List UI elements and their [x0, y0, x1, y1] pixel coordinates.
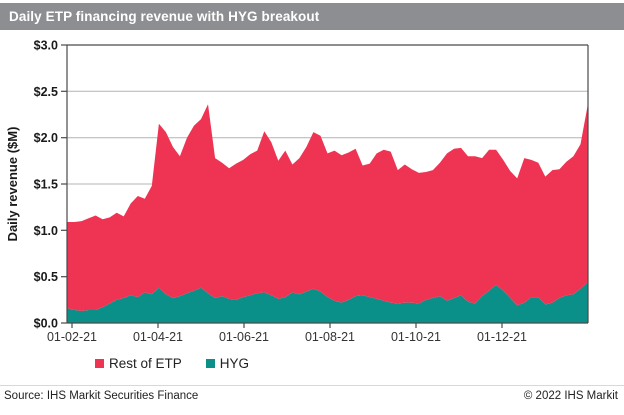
ytick-3.0: $3.0: [34, 39, 58, 53]
x-ticks: [72, 323, 502, 328]
source-text: Source: IHS Markit Securities Finance: [4, 390, 198, 402]
legend-swatch-hyg-icon: [206, 359, 215, 368]
y-ticks: [61, 45, 67, 323]
ytick-0.0: $0.0: [34, 317, 58, 331]
ytick-2.0: $2.0: [34, 131, 58, 145]
footer-divider: [0, 385, 624, 386]
legend-item-hyg: HYG: [206, 356, 249, 371]
xtick-aug: 01-08-21: [305, 330, 355, 344]
footer: Source: IHS Markit Securities Finance © …: [0, 390, 624, 402]
xtick-oct: 01-10-21: [391, 330, 441, 344]
xtick-dec: 01-12-21: [477, 330, 527, 344]
ytick-1.5: $1.5: [34, 178, 58, 192]
legend: Rest of ETP HYG: [95, 356, 249, 371]
legend-label-rest: Rest of ETP: [109, 356, 182, 371]
area-rest-of-etp: [68, 104, 588, 311]
ytick-1.0: $1.0: [34, 224, 58, 238]
chart: $3.0 $2.5 $2.0 $1.5 $1.0 $0.5 $0.0 01-02…: [0, 0, 624, 352]
copyright-text: © 2022 IHS Markit: [524, 390, 618, 402]
xtick-feb: 01-02-21: [47, 330, 97, 344]
legend-swatch-rest-icon: [95, 359, 104, 368]
legend-label-hyg: HYG: [220, 356, 249, 371]
xtick-apr: 01-04-21: [133, 330, 183, 344]
legend-item-rest-of-etp: Rest of ETP: [95, 356, 182, 371]
y-axis-title: Daily revenue ($M): [5, 127, 20, 242]
ytick-0.5: $0.5: [34, 270, 58, 284]
xtick-jun: 01-06-21: [219, 330, 269, 344]
ytick-2.5: $2.5: [34, 85, 58, 99]
